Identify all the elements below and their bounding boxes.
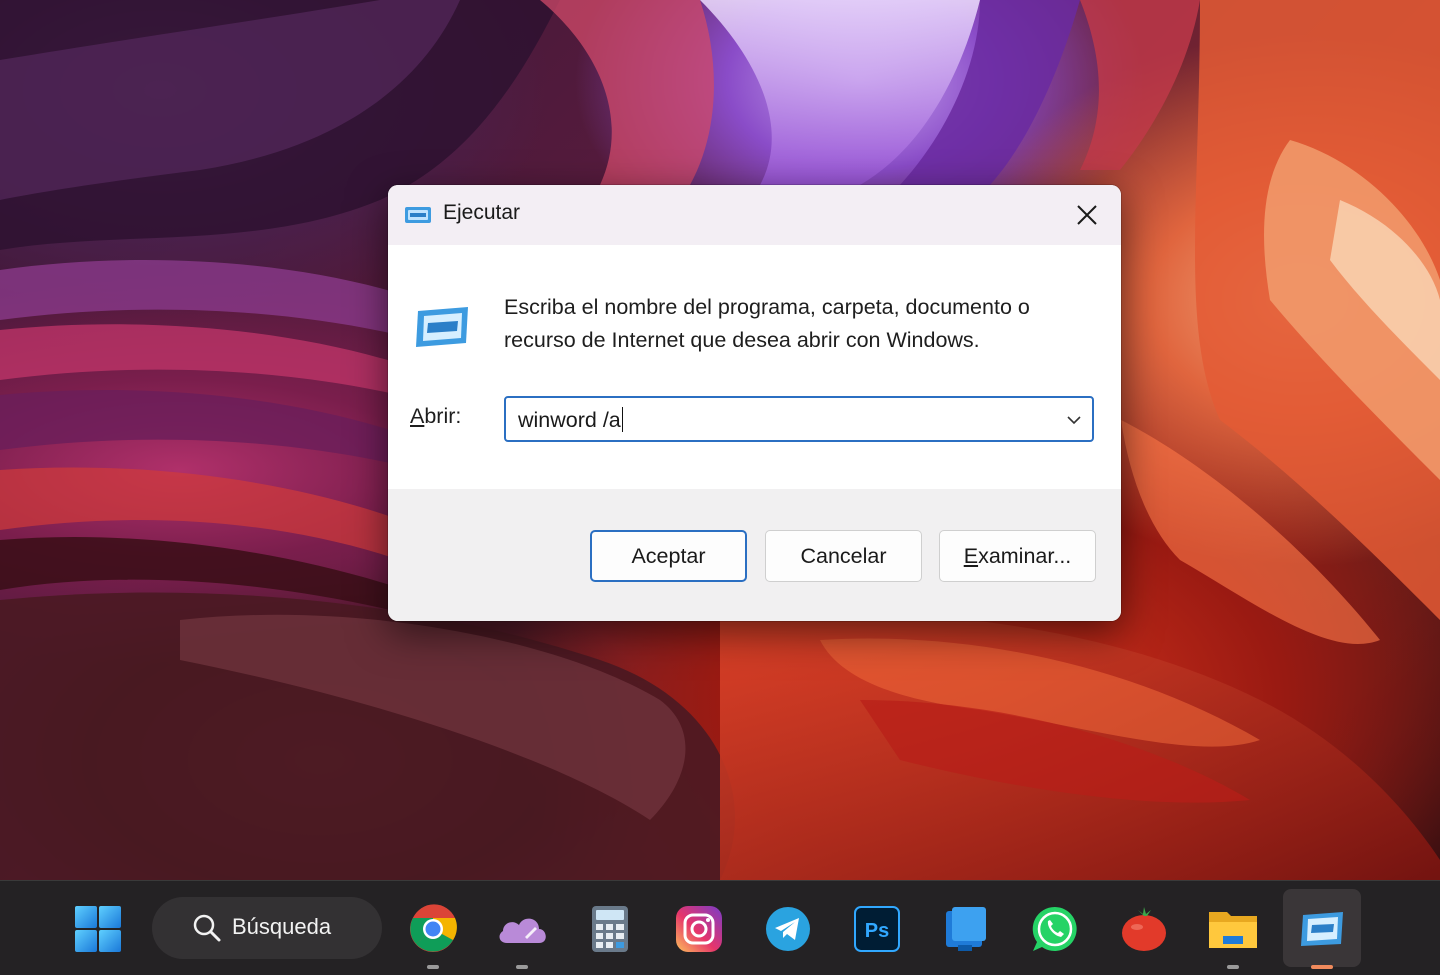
open-combobox[interactable]: winword /a [504,396,1094,442]
svg-text:Ps: Ps [865,920,889,942]
notes-icon [946,907,986,951]
dialog-body: Escriba el nombre del programa, carpeta,… [388,245,1121,489]
dialog-description: Escriba el nombre del programa, carpeta,… [504,295,1030,352]
photoshop-icon: Ps [854,906,900,952]
start-button[interactable] [70,901,126,957]
open-label: Abrir: [410,404,462,428]
close-icon [1077,205,1097,225]
windows-start-icon [75,906,121,952]
open-input[interactable]: winword /a [518,407,624,433]
tomato-icon [1122,907,1166,951]
dialog-title: Ejecutar [443,201,521,224]
run-dialog: Ejecutar Escriba el nombre del programa,… [388,185,1121,621]
taskbar-chrome[interactable] [405,901,461,969]
taskbar-calculator[interactable] [582,901,638,957]
dialog-footer: Aceptar Cancelar Examinar... [388,489,1121,621]
browse-button[interactable]: Examinar... [939,530,1096,582]
run-app-icon [405,207,431,223]
file-explorer-icon [1209,912,1257,948]
taskbar-file-explorer[interactable] [1205,901,1261,969]
running-indicator-active [1311,965,1333,969]
close-button[interactable] [1053,185,1121,245]
search-icon [193,914,221,942]
run-large-icon [416,307,468,347]
calculator-icon [592,906,628,952]
taskbar-telegram[interactable] [760,901,816,957]
search-label: Búsqueda [232,914,332,939]
chevron-down-icon[interactable] [1062,410,1086,430]
telegram-icon [766,907,810,951]
taskbar: Búsqueda Ps [0,880,1440,975]
text-caret [621,407,624,432]
instagram-icon [676,906,722,952]
cancel-button[interactable]: Cancelar [765,530,922,582]
taskbar-run[interactable] [1294,901,1350,969]
ok-button[interactable]: Aceptar [590,530,747,582]
onedrive-icon [499,918,546,943]
taskbar-instagram[interactable] [671,901,727,957]
taskbar-notes[interactable] [938,901,994,957]
taskbar-search[interactable]: Búsqueda [152,897,382,959]
running-indicator [427,965,439,969]
title-bar[interactable]: Ejecutar [388,185,1121,245]
running-indicator [516,965,528,969]
run-icon [1301,912,1343,946]
taskbar-onedrive[interactable] [494,901,550,969]
taskbar-tomato-timer[interactable] [1116,901,1172,957]
taskbar-photoshop[interactable]: Ps [849,901,905,957]
running-indicator [1227,965,1239,969]
whatsapp-icon [1032,906,1077,951]
chrome-icon [410,904,457,952]
taskbar-whatsapp[interactable] [1027,901,1083,957]
